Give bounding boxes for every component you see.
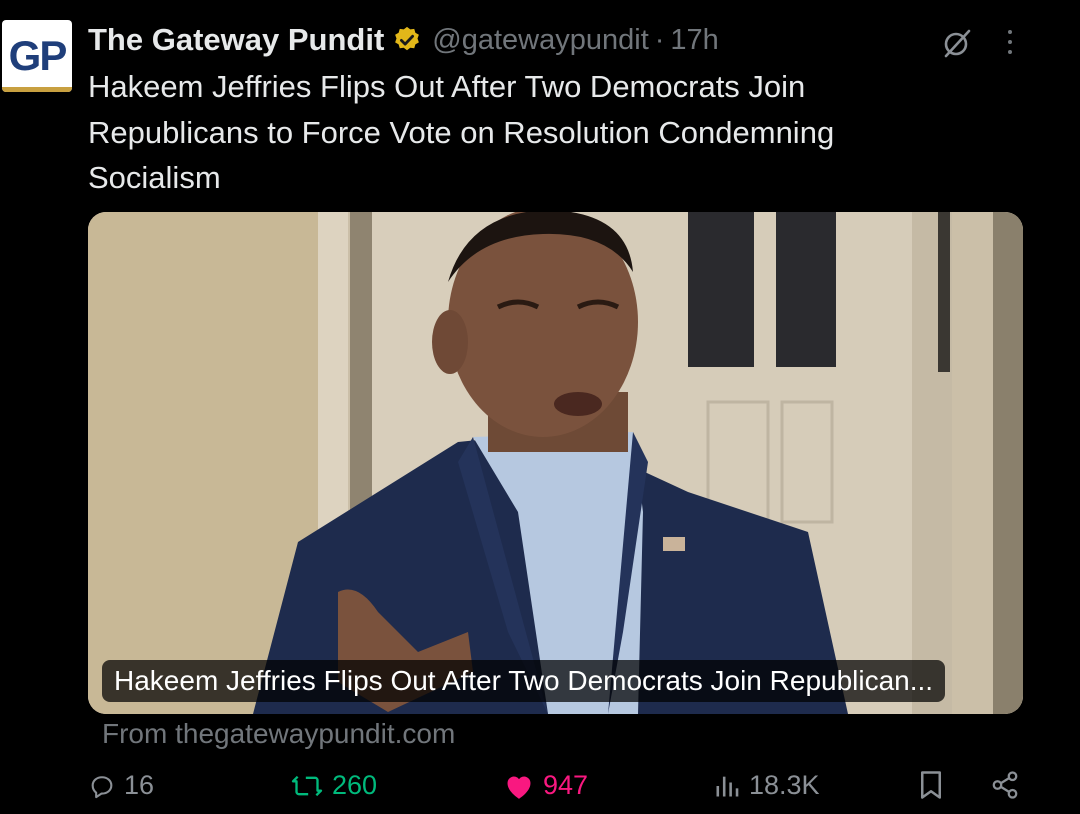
tweet-header: The Gateway Pundit @gatewaypundit · 17h [88,18,719,62]
grok-icon[interactable] [940,26,974,60]
reply-button[interactable]: 16 [88,770,154,801]
like-button[interactable]: 947 [503,770,588,801]
share-button[interactable] [990,770,1028,800]
tweet-text: Hakeem Jeffries Flips Out After Two Demo… [88,69,835,195]
like-count: 947 [543,770,589,800]
header-separator: · [654,23,665,56]
views-count: 18.3K [749,770,820,800]
views-button[interactable]: 18.3K [713,770,820,801]
more-dot [1008,40,1012,44]
card-title-caption: Hakeem Jeffries Flips Out After Two Demo… [102,660,946,702]
reply-count: 16 [124,770,155,800]
share-icon [992,771,1018,799]
tweet-timestamp[interactable]: 17h [670,24,718,57]
repost-icon [291,775,323,796]
tweet-actions-bar: 16 260 947 18.3K [0,770,1080,814]
author-handle[interactable]: @gatewaypundit [432,24,648,57]
reply-icon [91,775,113,798]
verified-badge-icon[interactable] [392,25,422,55]
card-source-domain[interactable]: From thegatewaypundit.com [102,718,455,750]
card-image [88,212,1023,714]
avatar-stripe [2,87,72,92]
more-dot [1008,30,1012,34]
more-options-icon[interactable] [998,24,1022,60]
bookmark-button[interactable] [918,770,952,800]
repost-count: 260 [332,770,378,800]
heart-icon [507,776,531,799]
author-display-name[interactable]: The Gateway Pundit [88,22,384,58]
repost-button[interactable]: 260 [290,770,377,801]
author-avatar[interactable]: GP [2,20,72,92]
avatar-logo-text: GP [8,32,68,79]
more-dot [1008,50,1012,54]
views-chart-icon [716,776,739,796]
bookmark-icon [921,771,941,799]
link-preview-card[interactable]: Hakeem Jeffries Flips Out After Two Demo… [88,212,1023,714]
